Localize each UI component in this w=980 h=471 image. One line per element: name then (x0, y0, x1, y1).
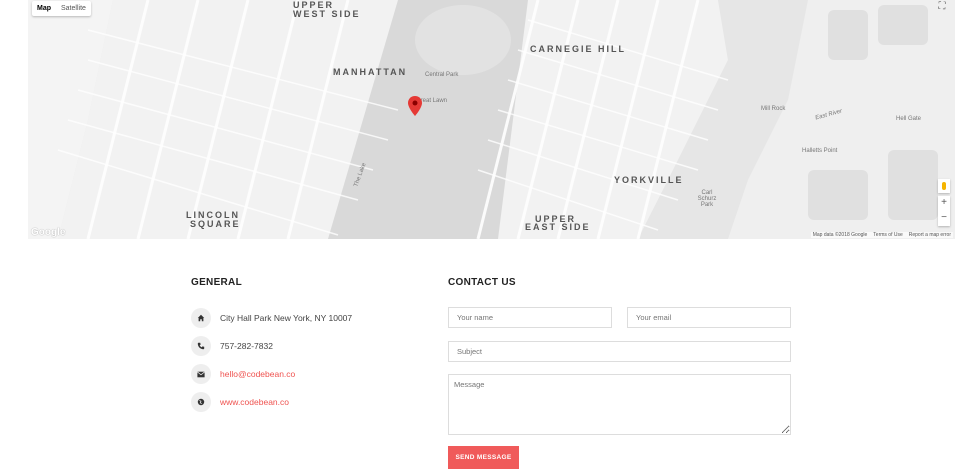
map-label-manhattan: MANHATTAN (333, 67, 408, 77)
name-input[interactable] (448, 307, 612, 328)
phone-text: 757-282-7832 (220, 341, 273, 351)
map-type-control: Map Satellite (32, 1, 91, 16)
message-textarea[interactable] (448, 374, 791, 435)
map-label-yorkville: YORKVILLE (614, 175, 684, 185)
email-input[interactable] (627, 307, 791, 328)
email-link[interactable]: hello@codebean.co (220, 369, 295, 379)
zoom-control: + − (938, 196, 950, 226)
phone-row: 757-282-7832 (191, 336, 273, 356)
general-title: GENERAL (191, 277, 242, 288)
map-label-mill-rock: Mill Rock (761, 106, 786, 112)
google-logo[interactable]: Google (31, 227, 65, 238)
map-label-hell-gate: Hell Gate (896, 116, 922, 122)
email-row: hello@codebean.co (191, 364, 295, 384)
website-row: www.codebean.co (191, 392, 289, 412)
map-label-upper-west-side-2: WEST SIDE (293, 9, 361, 19)
envelope-icon (191, 364, 211, 384)
map-label-halletts-point: Halletts Point (802, 148, 838, 154)
globe-icon (191, 392, 211, 412)
subject-input[interactable] (448, 341, 791, 362)
map-label-upper-east-side-2: EAST SIDE (525, 222, 591, 232)
map-data-text: Map data ©2018 Google (812, 232, 868, 238)
address-row: City Hall Park New York, NY 10007 (191, 308, 352, 328)
map-label-central-park: Central Park (425, 72, 459, 78)
contact-title: CONTACT US (448, 277, 516, 288)
terms-of-use-link[interactable]: Terms of Use (873, 232, 902, 238)
zoom-in-button[interactable]: + (941, 196, 947, 211)
street-view-pegman-icon[interactable] (938, 179, 950, 193)
report-map-error-link[interactable]: Report a map error (909, 232, 951, 238)
home-icon (191, 308, 211, 328)
address-text: City Hall Park New York, NY 10007 (220, 313, 353, 323)
map-label-carl-schurz: Carl Schurz Park (697, 190, 717, 208)
map-marker-icon[interactable] (408, 96, 422, 121)
zoom-out-button[interactable]: − (941, 211, 947, 226)
google-map[interactable]: UPPER WEST SIDE MANHATTAN CARNEGIE HILL … (28, 0, 955, 239)
send-message-button[interactable]: SEND MESSAGE (448, 446, 519, 469)
map-type-satellite-button[interactable]: Satellite (56, 1, 91, 16)
website-link[interactable]: www.codebean.co (220, 397, 289, 407)
map-label-carnegie-hill: CARNEGIE HILL (530, 44, 627, 54)
map-type-map-button[interactable]: Map (32, 1, 56, 16)
fullscreen-icon[interactable]: ⛶ (935, 0, 949, 14)
map-attribution: Map data ©2018 Google Terms of Use Repor… (810, 232, 953, 238)
phone-icon (191, 336, 211, 356)
map-label-lincoln-square-2: SQUARE (190, 219, 241, 229)
